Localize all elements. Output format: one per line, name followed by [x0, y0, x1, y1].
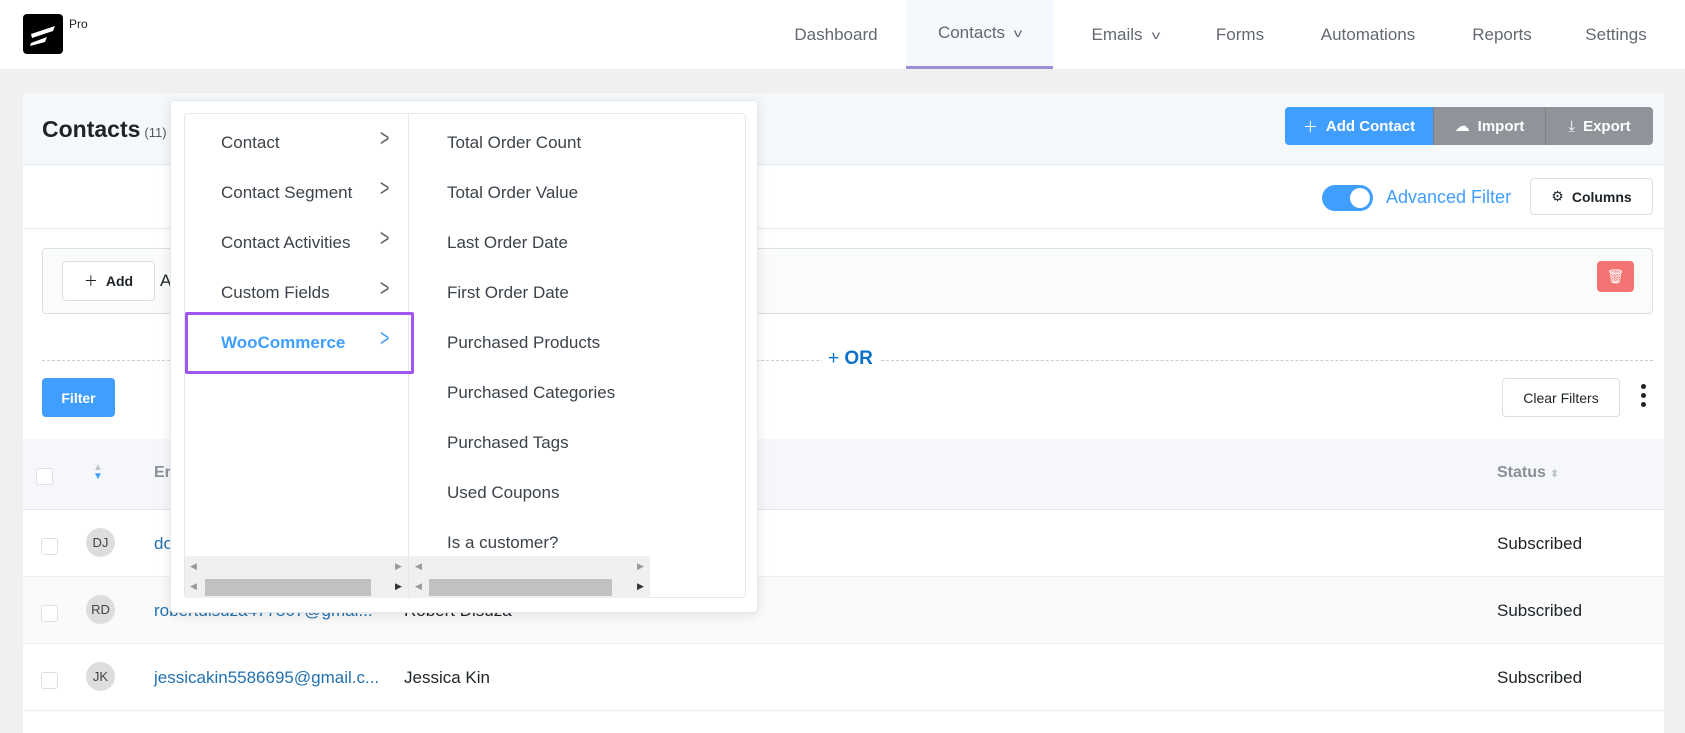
scroll-left-icon[interactable]: ◀ [190, 581, 197, 592]
button-label: Import [1477, 117, 1525, 135]
scroll-left-icon[interactable]: ◀ [415, 581, 422, 592]
select-all-checkbox[interactable] [36, 468, 53, 485]
page-title: Contacts (11) [42, 116, 167, 143]
option-total-order-count[interactable]: Total Order Count [447, 133, 581, 153]
nav-settings[interactable]: Settings [1576, 0, 1656, 69]
status-text: Subscribed [1497, 601, 1583, 620]
button-label: Filter [61, 389, 96, 406]
plus-icon: ＋ [83, 273, 98, 289]
option-first-order-date[interactable]: First Order Date [447, 283, 569, 303]
header-label: Status [1497, 464, 1546, 481]
scroll-right-icon[interactable]: ▶ [637, 561, 644, 572]
import-button[interactable]: ☁ Import [1433, 107, 1545, 145]
category-contact-segment[interactable]: Contact Segment [221, 183, 352, 203]
option-last-order-date[interactable]: Last Order Date [447, 233, 568, 253]
chevron-down-icon: v [1013, 26, 1023, 40]
nav-label: Automations [1320, 24, 1416, 44]
chevron-right-icon: > [380, 176, 390, 203]
scroll-right-icon[interactable]: ▶ [637, 581, 644, 592]
cloud-upload-icon: ☁ [1454, 118, 1470, 135]
advanced-filter-toggle[interactable] [1322, 185, 1373, 211]
avatar: DJ [86, 528, 115, 557]
title-text: Contacts [42, 116, 141, 142]
option-is-a-customer[interactable]: Is a customer? [447, 533, 559, 553]
scrollbar-thumb[interactable] [205, 579, 371, 596]
nav-automations[interactable]: Automations [1310, 0, 1426, 69]
scroll-left-icon[interactable]: ◀ [190, 561, 197, 572]
plus-icon: ＋ [1302, 118, 1318, 136]
toggle-knob [1350, 188, 1370, 208]
add-or-button[interactable]: + OR [822, 348, 879, 370]
button-label: Add Contact [1325, 117, 1416, 135]
columns-button[interactable]: ⚙ Columns [1530, 178, 1653, 215]
nav-dashboard[interactable]: Dashboard [780, 0, 892, 69]
add-contact-button[interactable]: ＋ Add Contact [1285, 107, 1433, 145]
chevron-down-icon: v [1151, 27, 1160, 42]
contact-name: Jessica Kin [404, 668, 490, 687]
fluentcrm-logo[interactable] [23, 14, 63, 54]
nav-emails[interactable]: Emails v [1075, 0, 1175, 69]
option-purchased-categories[interactable]: Purchased Categories [447, 383, 615, 403]
nav-label: Contacts [937, 23, 1006, 42]
sort-icon[interactable]: ▲ ▼ [93, 463, 103, 482]
nav-label: Reports [1472, 24, 1532, 44]
export-button[interactable]: ⤓ Export [1545, 107, 1653, 145]
add-filter-button[interactable]: ＋ Add [62, 261, 155, 301]
nav-label: Emails [1091, 24, 1143, 44]
pro-badge: Pro [69, 17, 88, 31]
or-label: OR [844, 348, 873, 369]
chevron-right-icon: > [380, 126, 390, 153]
button-label: Columns [1571, 188, 1632, 205]
avatar: JK [86, 662, 115, 691]
contact-count: (11) [144, 125, 167, 140]
option-used-coupons[interactable]: Used Coupons [447, 483, 559, 503]
more-options-icon[interactable] [1638, 384, 1648, 407]
horizontal-scrollbar-options[interactable]: ◀ ▶ ◀ ▶ [409, 556, 650, 598]
scroll-right-icon[interactable]: ▶ [395, 581, 402, 592]
category-contact[interactable]: Contact [221, 133, 280, 153]
chevron-right-icon: > [380, 276, 390, 303]
trash-icon: 🗑 [1606, 268, 1625, 284]
scroll-right-icon[interactable]: ▶ [395, 561, 402, 572]
filter-button[interactable]: Filter [42, 378, 115, 417]
clear-filters-button[interactable]: Clear Filters [1502, 378, 1620, 417]
row-checkbox[interactable] [41, 672, 58, 689]
nav-label: Dashboard [794, 24, 878, 44]
avatar: RD [86, 595, 115, 624]
chevron-right-icon: > [380, 226, 390, 253]
plus-icon: + [828, 348, 845, 369]
status-text: Subscribed [1497, 534, 1583, 553]
table-row[interactable]: JK jessicakin5586695@gmail.c... Jessica … [23, 644, 1664, 711]
contact-email[interactable]: jessicakin5586695@gmail.c... [154, 668, 379, 688]
sort-icon: ⬍ [1550, 469, 1559, 480]
column-header-email[interactable]: Er [154, 464, 171, 482]
nav-label: Settings [1585, 24, 1647, 44]
option-purchased-products[interactable]: Purchased Products [447, 333, 600, 353]
category-contact-activities[interactable]: Contact Activities [221, 233, 350, 253]
advanced-filter-label[interactable]: Advanced Filter [1386, 187, 1511, 208]
status-text: Subscribed [1497, 668, 1583, 687]
row-checkbox[interactable] [41, 605, 58, 622]
option-purchased-tags[interactable]: Purchased Tags [447, 433, 569, 453]
button-label: Clear Filters [1523, 389, 1599, 406]
button-label: Export [1583, 117, 1631, 135]
option-total-order-value[interactable]: Total Order Value [447, 183, 578, 203]
delete-filter-button[interactable]: 🗑 [1597, 261, 1634, 292]
button-label: Add [105, 273, 134, 289]
horizontal-scrollbar-categories[interactable]: ◀ ▶ ◀ ▶ [185, 556, 408, 598]
nav-label: Forms [1215, 24, 1265, 44]
download-icon: ⤓ [1568, 117, 1576, 135]
nav-contacts[interactable]: Contacts v [906, 0, 1053, 69]
nav-reports[interactable]: Reports [1462, 0, 1542, 69]
nav-forms[interactable]: Forms [1205, 0, 1275, 69]
scrollbar-thumb[interactable] [429, 579, 612, 596]
gear-icon: ⚙ [1551, 188, 1564, 204]
scroll-left-icon[interactable]: ◀ [415, 561, 422, 572]
column-header-status[interactable]: Status ⬍ [1497, 464, 1559, 482]
selected-category-highlight [185, 312, 414, 374]
category-custom-fields[interactable]: Custom Fields [221, 283, 330, 303]
row-checkbox[interactable] [41, 538, 58, 555]
